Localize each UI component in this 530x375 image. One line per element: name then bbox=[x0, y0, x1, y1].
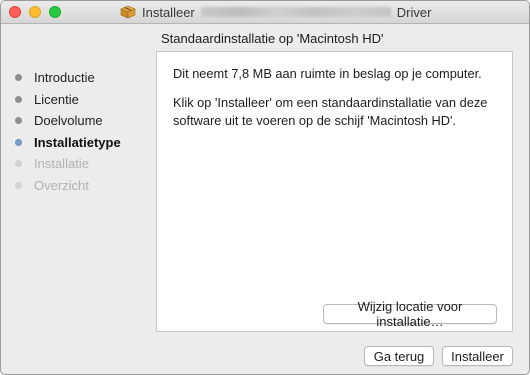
page-title: Standaardinstallatie op 'Macintosh HD' bbox=[161, 31, 384, 46]
step-dot-icon bbox=[15, 74, 22, 82]
step-dot-icon bbox=[15, 117, 22, 125]
step-installatietype: Installatietype bbox=[15, 132, 121, 154]
step-dot-icon bbox=[15, 95, 22, 103]
window-title: Installeer Driver bbox=[120, 4, 431, 20]
step-label: Licentie bbox=[34, 91, 79, 107]
step-label: Installatie bbox=[34, 156, 89, 172]
change-install-location-button[interactable]: Wijzig locatie voor installatie… bbox=[323, 299, 497, 329]
close-window-button[interactable] bbox=[9, 6, 21, 18]
step-licentie: Licentie bbox=[15, 89, 121, 111]
title-suffix: Driver bbox=[396, 4, 432, 20]
package-icon bbox=[120, 5, 136, 19]
installer-window: Installeer Driver Standaardinstallatie o… bbox=[0, 0, 530, 375]
step-label: Overzicht bbox=[34, 177, 89, 193]
title-prefix: Installeer bbox=[142, 4, 195, 20]
redacted-product-name bbox=[200, 7, 391, 17]
step-doelvolume: Doelvolume bbox=[15, 110, 121, 132]
step-label: Introductie bbox=[34, 70, 95, 86]
title-bar[interactable]: Installeer Driver bbox=[1, 1, 529, 24]
maximize-window-button[interactable] bbox=[49, 6, 61, 18]
step-label: Installatietype bbox=[34, 134, 121, 150]
go-back-button[interactable]: Ga terug bbox=[364, 346, 434, 366]
install-instructions: Klik op 'Installeer' om een standaardins… bbox=[173, 95, 488, 128]
step-overzicht: Overzicht bbox=[15, 175, 121, 197]
installer-steps: Introductie Licentie Doelvolume Installa… bbox=[15, 67, 121, 196]
step-label: Doelvolume bbox=[34, 113, 103, 129]
step-introductie: Introductie bbox=[15, 67, 121, 89]
install-button[interactable]: Installeer bbox=[442, 346, 513, 366]
disk-space-message: Dit neemt 7,8 MB aan ruimte in beslag op… bbox=[173, 66, 482, 81]
step-installatie: Installatie bbox=[15, 153, 121, 175]
minimize-window-button[interactable] bbox=[29, 6, 41, 18]
step-dot-icon bbox=[15, 160, 22, 168]
content-panel: Dit neemt 7,8 MB aan ruimte in beslag op… bbox=[156, 51, 513, 332]
step-dot-icon bbox=[15, 138, 22, 146]
step-dot-icon bbox=[15, 181, 22, 189]
